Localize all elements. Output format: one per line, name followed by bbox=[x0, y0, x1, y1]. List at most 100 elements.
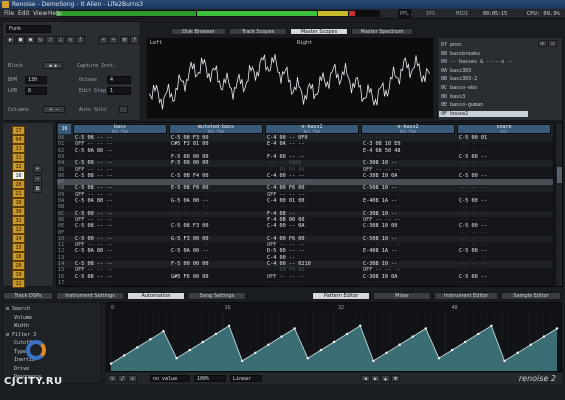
sequence-slot[interactable]: 12 bbox=[12, 225, 25, 234]
tab-pattern-editor[interactable]: Pattern Editor bbox=[312, 292, 370, 300]
sequence-slot[interactable]: 10 bbox=[12, 198, 25, 207]
edit-mode-icon[interactable]: ✎ bbox=[66, 36, 75, 44]
automation-curve[interactable]: 0 16 32 48 bbox=[107, 303, 561, 371]
sequence-slot[interactable]: 32 bbox=[12, 216, 25, 225]
instrument-item[interactable]: 0E basso-guman bbox=[439, 102, 528, 108]
help-icon[interactable]: ? bbox=[130, 36, 139, 44]
octave-field[interactable]: 4 bbox=[107, 76, 131, 84]
seq-clone-icon[interactable]: ⧉ bbox=[33, 185, 42, 193]
sequence-slot[interactable]: 12 bbox=[12, 162, 25, 171]
sequence-slot[interactable]: 18 bbox=[12, 252, 25, 261]
autosolo-checkbox[interactable] bbox=[119, 106, 128, 113]
follow-icon[interactable]: ⇣ bbox=[56, 36, 65, 44]
track-header[interactable]: e-bass2 Vol Pan bbox=[361, 124, 455, 134]
automation-zoom-select[interactable]: 100% bbox=[194, 375, 226, 382]
lpb-field[interactable]: 8 bbox=[25, 87, 47, 95]
sequence-slot[interactable]: 20 bbox=[12, 261, 25, 270]
instrument-item[interactable]: 0F house2 bbox=[439, 110, 528, 117]
automation-down-icon[interactable]: ▼ bbox=[391, 375, 400, 382]
pattern-name-field[interactable]: Funk bbox=[6, 25, 51, 33]
seq-add-icon[interactable]: + bbox=[33, 165, 42, 173]
instrument-item[interactable]: 08 bassbreaks bbox=[439, 51, 528, 57]
editstep-field[interactable]: 1 bbox=[107, 87, 131, 95]
pfl-indicator[interactable]: PFL bbox=[398, 9, 412, 19]
note-cell[interactable]: --- -- -- -- bbox=[171, 280, 208, 286]
automation-parameter[interactable]: Volume bbox=[14, 315, 54, 322]
sequence-slot[interactable]: 15 bbox=[12, 243, 25, 252]
sequence-slot[interactable]: 11 bbox=[12, 153, 25, 162]
record-icon[interactable]: ● bbox=[26, 36, 35, 44]
instrument-item[interactable]: 0B bass303-2 bbox=[439, 76, 528, 82]
capture-label[interactable]: Capture Inst. bbox=[77, 63, 116, 69]
sequence-slot[interactable]: 16 bbox=[12, 171, 25, 180]
loop-icon[interactable]: ↻ bbox=[36, 36, 45, 44]
metronome-icon[interactable]: ♪ bbox=[46, 36, 55, 44]
seq-remove-icon[interactable]: − bbox=[33, 175, 42, 183]
tab-track-dsps[interactable]: Track DSPs bbox=[3, 292, 53, 300]
menu-view[interactable]: View bbox=[33, 9, 47, 19]
track-header[interactable]: bass Vol Pan bbox=[73, 124, 167, 134]
automation-mode-select[interactable]: Linear bbox=[230, 375, 262, 382]
panic-icon[interactable]: ! bbox=[76, 36, 85, 44]
block-toggle[interactable]: ◀ ▶ bbox=[43, 62, 63, 69]
automation-envelope[interactable]: 0 16 32 48 bbox=[106, 302, 562, 372]
sequence-slot[interactable]: 11 bbox=[12, 144, 25, 153]
tab-master-scopes[interactable]: Master Scopes bbox=[290, 28, 348, 35]
pattern-scrollbar[interactable] bbox=[555, 122, 563, 287]
automation-parameter[interactable]: ⊟ Search bbox=[6, 306, 46, 313]
tab-track-scopes[interactable]: Track Scopes bbox=[229, 28, 287, 35]
sequence-slot[interactable]: 30 bbox=[12, 207, 25, 216]
automation-clear-icon[interactable]: ✕ bbox=[128, 375, 137, 382]
undo-icon[interactable]: ↶ bbox=[99, 36, 108, 44]
tab-song-settings[interactable]: Song Settings bbox=[188, 292, 246, 300]
menu-help[interactable]: Help bbox=[48, 9, 62, 19]
track-header[interactable]: snare Vol bbox=[457, 124, 551, 134]
tab-sample-editor[interactable]: Sample Editor bbox=[501, 292, 561, 300]
tab-instrument-editor[interactable]: Instrument Editor bbox=[434, 292, 498, 300]
pattern-editor[interactable]: 16 bass Vol Pan mutated-bass Vol Pan e-bass1 V… bbox=[56, 122, 554, 287]
instrument-item[interactable]: 07 pnoc bbox=[439, 42, 528, 48]
sequence-slot[interactable]: 14 bbox=[12, 234, 25, 243]
pattern-row[interactable]: 17 --- -- -- -- --- -- -- -- --- -- -- -- --… bbox=[57, 280, 553, 286]
instrument-item[interactable]: 09 -- basses & -----s -- bbox=[439, 59, 528, 65]
bpm-field[interactable]: 130 bbox=[25, 76, 47, 84]
note-cell[interactable]: --- -- -- -- bbox=[75, 280, 112, 286]
note-cell[interactable]: --- -- -- -- bbox=[363, 280, 400, 286]
tab-instrument-settings[interactable]: Instrument Settings bbox=[56, 292, 124, 300]
instrument-item[interactable]: 0A bass303 bbox=[439, 68, 528, 74]
redo-icon[interactable]: ↷ bbox=[109, 36, 118, 44]
note-cell[interactable]: --- -- -- -- bbox=[267, 280, 304, 286]
automation-value-field[interactable]: no value bbox=[150, 375, 190, 382]
sequence-slot[interactable]: 19 bbox=[12, 270, 25, 279]
menu-edit[interactable]: Edit bbox=[18, 9, 30, 19]
tab-master-spectrum[interactable]: Master Spectrum bbox=[351, 28, 413, 35]
sequence-slot[interactable]: 04 bbox=[12, 135, 25, 144]
sequence-slot[interactable]: 21 bbox=[12, 189, 25, 198]
automation-parameter[interactable]: Width bbox=[14, 323, 54, 330]
sequence-slot[interactable]: 17 bbox=[12, 126, 25, 135]
instrument-remove-icon[interactable]: − bbox=[548, 40, 557, 47]
sequence-slot[interactable]: 12 bbox=[12, 279, 25, 288]
note-cell[interactable]: --- -- -- bbox=[459, 280, 487, 286]
automation-parameter[interactable]: ⊟ Filter 3 bbox=[6, 332, 46, 339]
play-icon[interactable]: ▶ bbox=[6, 36, 15, 44]
sequence-slot[interactable]: 20 bbox=[12, 180, 25, 189]
instrument-item[interactable]: 0C basso-ebo bbox=[439, 85, 528, 91]
menu-file[interactable]: File bbox=[4, 9, 14, 19]
automation-up-icon[interactable]: ▲ bbox=[381, 375, 390, 382]
columns-toggle[interactable]: + − bbox=[43, 106, 65, 113]
automation-right-icon[interactable]: ▶ bbox=[371, 375, 380, 382]
instrument-item[interactable]: 0D bass3 bbox=[439, 94, 528, 100]
automation-left-icon[interactable]: ◀ bbox=[361, 375, 370, 382]
settings-icon[interactable]: ⚙ bbox=[120, 36, 129, 44]
tab-automation[interactable]: Automation bbox=[127, 292, 185, 300]
instrument-add-icon[interactable]: + bbox=[538, 40, 547, 47]
automation-pencil-icon[interactable]: ✎ bbox=[108, 375, 117, 382]
track-header[interactable]: mutated-bass Vol Pan bbox=[169, 124, 263, 134]
stop-icon[interactable]: ■ bbox=[16, 36, 25, 44]
track-header[interactable]: e-bass1 Vol Pan bbox=[265, 124, 359, 134]
tab-disk-browser[interactable]: Disk Browser bbox=[171, 28, 226, 35]
automation-line-icon[interactable]: ╱ bbox=[118, 375, 127, 382]
autosolo-label[interactable]: Auto Solo bbox=[79, 107, 106, 113]
tab-mixer[interactable]: Mixer bbox=[373, 292, 431, 300]
